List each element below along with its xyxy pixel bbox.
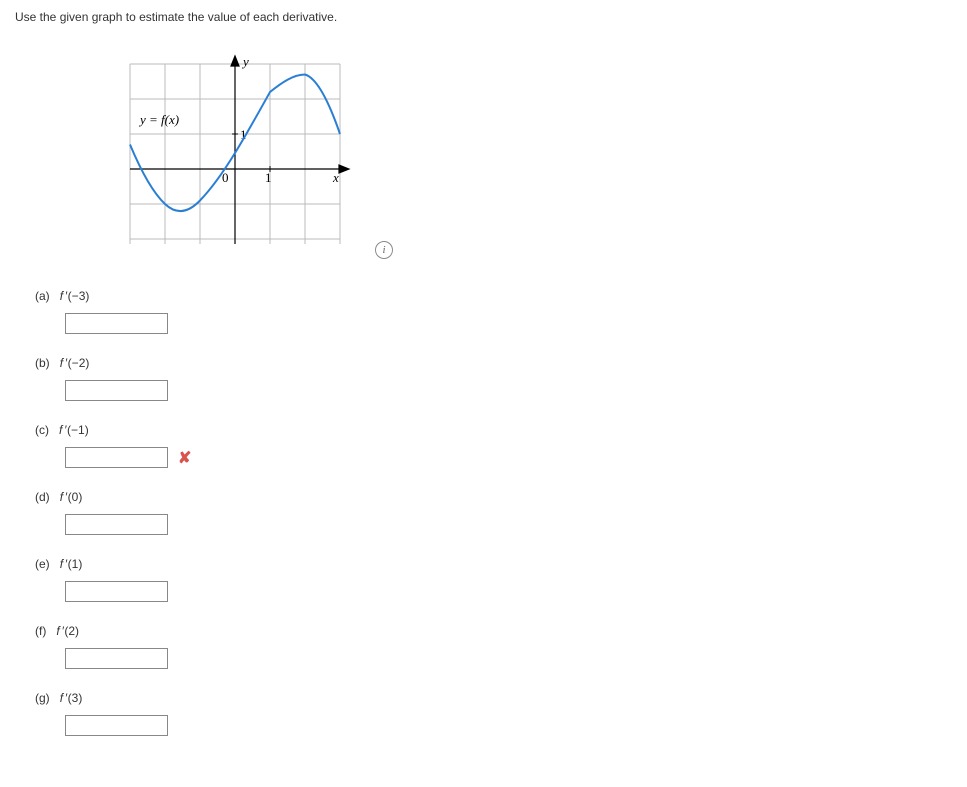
question-letter: (a): [35, 289, 50, 303]
question-item: (e) f ′(1) ✘: [35, 557, 952, 602]
question-letter: (f): [35, 624, 46, 638]
question-letter: (b): [35, 356, 50, 370]
question-expression: f ′(1): [60, 557, 83, 571]
curve-label: y = f(x): [138, 112, 179, 127]
answer-input-d[interactable]: [65, 514, 168, 535]
question-expression: f ′(2): [56, 624, 79, 638]
questions-list: (a) f ′(−3) ✘ (b) f ′(−2) ✘ (c) f ′(−1) …: [15, 289, 952, 736]
answer-input-e[interactable]: [65, 581, 168, 602]
question-prompt: Use the given graph to estimate the valu…: [15, 10, 952, 24]
question-expression: f ′(0): [60, 490, 83, 504]
question-letter: (d): [35, 490, 50, 504]
graph-area: y x 0 1 1 y = f(x) i: [115, 44, 952, 264]
question-letter: (g): [35, 691, 50, 705]
question-item: (c) f ′(−1) ✘: [35, 423, 952, 468]
question-expression: f ′(−3): [60, 289, 90, 303]
question-item: (g) f ′(3) ✘: [35, 691, 952, 736]
x-axis-label: x: [332, 170, 339, 185]
answer-input-b[interactable]: [65, 380, 168, 401]
answer-input-c[interactable]: [65, 447, 168, 468]
answer-input-g[interactable]: [65, 715, 168, 736]
info-icon[interactable]: i: [375, 241, 393, 259]
question-expression: f ′(3): [60, 691, 83, 705]
graph-svg: y x 0 1 1 y = f(x): [115, 44, 355, 264]
answer-input-a[interactable]: [65, 313, 168, 334]
question-letter: (c): [35, 423, 49, 437]
question-item: (b) f ′(−2) ✘: [35, 356, 952, 401]
question-letter: (e): [35, 557, 50, 571]
x-tick-1: 1: [265, 170, 272, 185]
question-item: (d) f ′(0) ✘: [35, 490, 952, 535]
y-axis-label: y: [241, 54, 249, 69]
incorrect-icon: ✘: [178, 448, 191, 468]
question-item: (a) f ′(−3) ✘: [35, 289, 952, 334]
question-expression: f ′(−2): [60, 356, 90, 370]
question-item: (f) f ′(2) ✘: [35, 624, 952, 669]
question-expression: f ′(−1): [59, 423, 89, 437]
answer-input-f[interactable]: [65, 648, 168, 669]
